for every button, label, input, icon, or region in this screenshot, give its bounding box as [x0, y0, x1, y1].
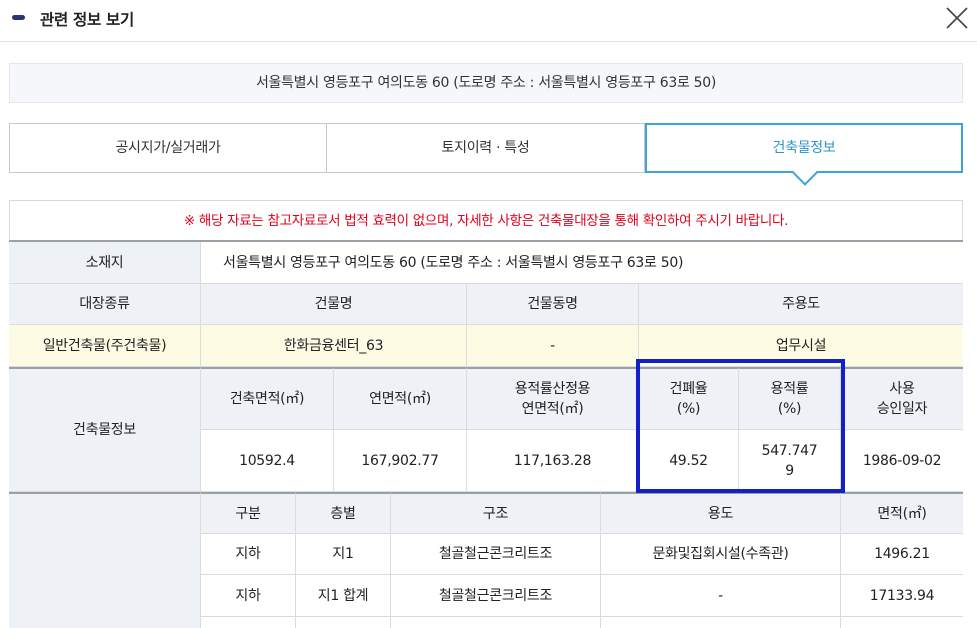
table-row-cell: 철골철근콘크리트조 [391, 534, 601, 575]
table-row-cell: 지하 [201, 575, 296, 617]
register-type-label: 대장종류 [9, 284, 201, 325]
building-coverage-value: 49.52 [639, 430, 739, 492]
floor-area-ratio-value: 547.747 9 [739, 430, 841, 492]
location-label: 소재지 [9, 242, 201, 284]
table-row-cell: 지1 [296, 534, 391, 575]
floor-structure-header: 구조 [391, 492, 601, 534]
building-area-header: 건축면적(㎡) [201, 367, 334, 430]
total-floor-area-value: 167,902.77 [334, 430, 467, 492]
building-info-table: 소재지 서울특별시 영등포구 여의도동 60 (도로명 주소 : 서울특별시 영… [9, 240, 963, 628]
main-use-value: 업무시설 [639, 325, 963, 367]
notice-text: ※ 해당 자료는 참고자료로서 법적 효력이 없으며, 자세한 사항은 건축물대… [9, 200, 963, 240]
floor-category-header: 구분 [201, 492, 296, 534]
tab-bar: 공시지가/실거래가 토지이력 · 특성 건축물정보 [9, 123, 963, 186]
approval-date-header: 사용 승인일자 [841, 367, 963, 430]
total-floor-area-header: 연면적(㎡) [334, 367, 467, 430]
floor-area-ratio-header: 용적률 (%) [739, 367, 841, 430]
far-floor-area-value: 117,163.28 [467, 430, 639, 492]
table-row-cell [296, 617, 391, 628]
approval-date-value: 1986-09-02 [841, 430, 963, 492]
table-row-cell: - [601, 575, 841, 617]
main-use-label: 주용도 [639, 284, 963, 325]
table-row-cell [391, 617, 601, 628]
dialog-header: 관련 정보 보기 [0, 0, 977, 42]
table-row-cell: 지하 [201, 534, 296, 575]
table-row-cell: 17133.94 [841, 575, 963, 617]
address-bar: 서울특별시 영등포구 여의도동 60 (도로명 주소 : 서울특별시 영등포구 … [9, 63, 963, 103]
tab-land-price[interactable]: 공시지가/실거래가 [9, 123, 327, 173]
table-row-cell: 문화및집회시설(수족관) [601, 534, 841, 575]
table-row-cell: 철골철근콘크리트조 [391, 575, 601, 617]
floor-level-header: 층별 [296, 492, 391, 534]
far-floor-area-header: 용적률산정용 연면적(㎡) [467, 367, 639, 430]
table-row-cell [841, 617, 963, 628]
table-row-cell: 지1 합계 [296, 575, 391, 617]
building-section-label: 건축물정보 [9, 367, 201, 492]
table-row-cell: 1496.21 [841, 534, 963, 575]
table-row-cell [601, 617, 841, 628]
active-tab-pointer-icon [792, 160, 818, 186]
floor-use-header: 용도 [601, 492, 841, 534]
building-area-value: 10592.4 [201, 430, 334, 492]
tab-building-info-label: 건축물정보 [772, 140, 836, 156]
building-name-label: 건물명 [201, 284, 467, 325]
tab-building-info[interactable]: 건축물정보 [645, 123, 963, 186]
tab-land-history[interactable]: 토지이력 · 특성 [327, 123, 645, 173]
floors-section-label [9, 492, 201, 628]
dialog-title: 관련 정보 보기 [40, 11, 134, 29]
floor-area-header: 면적(㎡) [841, 492, 963, 534]
building-dong-label: 건물동명 [467, 284, 639, 325]
location-value: 서울특별시 영등포구 여의도동 60 (도로명 주소 : 서울특별시 영등포구 … [201, 242, 963, 284]
table-row-cell [201, 617, 296, 628]
building-name-value: 한화금융센터_63 [201, 325, 467, 367]
building-coverage-header: 건폐율 (%) [639, 367, 739, 430]
title-marker-icon [12, 15, 25, 20]
building-dong-value: - [467, 325, 639, 367]
close-icon[interactable] [945, 6, 969, 30]
register-type-value: 일반건축물(주건축물) [9, 325, 201, 367]
